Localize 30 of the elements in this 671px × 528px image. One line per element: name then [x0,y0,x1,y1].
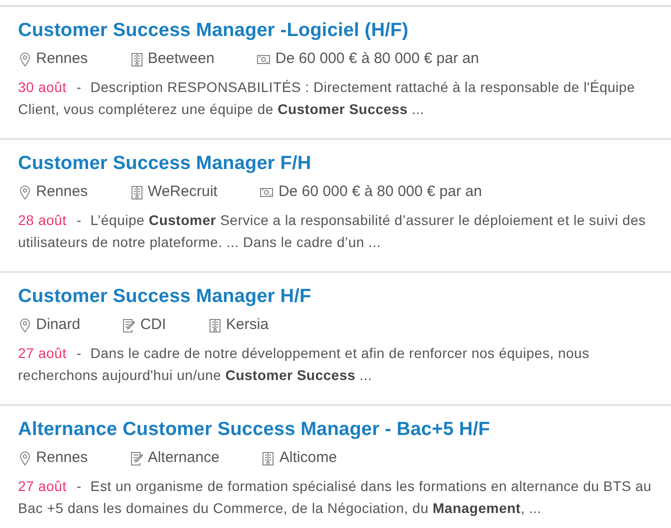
job-snippet: 27 août - Dans le cadre de notre développement et afin de renforcer nos équipes, nous recherchons aujourd'hui un/une Customer Success ... [18,344,590,385]
job-location: Rennes [36,448,88,468]
building-icon [130,184,144,200]
job-title-link[interactable]: Alternance Customer Success Manager - Bac+5 H/F [18,417,490,443]
contract-type: Alternance [148,448,220,468]
building-icon [208,318,222,332]
salary-range: De 60 000 € à 80 000 € par an [275,49,479,69]
job-snippet: 27 août - Est un organisme de formation spécialisé dans les formations en alternance du BTS au Bac +5 dans les domaines du Commerce, de la Négociation, du Management, ... [18,477,652,518]
salary-range: De 60 000 € à 80 000 € par an [278,182,482,202]
pin-icon [18,450,32,466]
company-name: Alticome [279,448,337,468]
job-title-link[interactable]: Customer Success Manager F/H [18,151,312,177]
job-title-link[interactable]: Customer Success Manager -Logiciel (H/F) [18,18,408,44]
company-name: Kersia [226,315,269,335]
building-icon [130,52,144,66]
company-name: WeRecruit [148,182,218,202]
pin-icon [18,184,32,200]
job-title-link[interactable]: Customer Success Manager H/F [18,284,312,310]
job-snippet: 28 août - L’équipe Customer Service a la responsabilité d’assurer le déploiement et le suivi des utilisateurs de notre plateforme. ... Dans le cadre d’un ... [18,211,647,252]
contract-type: CDI [140,315,166,335]
pin-icon [18,318,32,332]
job-location: Rennes [36,49,88,69]
document-edit-icon [130,450,144,466]
job-location: Rennes [36,182,88,202]
company-name: Beetween [148,49,214,69]
job-snippet: 30 août - Description RESPONSABILITÉS : Directement rattaché à la responsable de l'Équipe Client, vous compléterez une équipe de Customer Success ... [18,78,636,119]
document-edit-icon [122,318,136,332]
job-location: Dinard [36,315,80,335]
building-icon [261,450,276,466]
pin-icon [18,52,32,66]
